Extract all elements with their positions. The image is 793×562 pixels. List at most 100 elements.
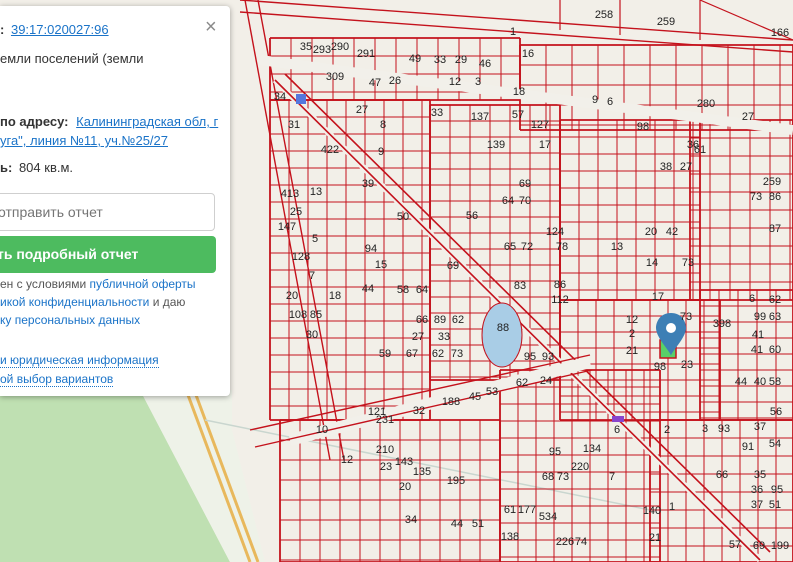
parcel-number-label: 258 <box>595 9 613 21</box>
parcel-number-label: 18 <box>329 290 341 302</box>
parcel-number-label: 56 <box>770 406 782 418</box>
building-icon <box>296 94 306 104</box>
parcel-number-label: 17 <box>539 139 551 151</box>
parcel-number-label: 1 <box>669 501 675 513</box>
parcel-number-label: 29 <box>455 54 467 66</box>
parcel-number-label: 293 <box>313 44 331 56</box>
parcel-number-label: 69 <box>519 178 531 190</box>
parcel-number-label: 9 <box>378 146 384 158</box>
legal-info-link[interactable]: и юридическая информация <box>0 353 159 368</box>
parcel-number-label: 64 <box>502 195 514 207</box>
parcel-number-label: 21 <box>626 345 638 357</box>
terms-line-2: икой конфиденциальности и даю <box>0 295 185 309</box>
parcel-number-label: 137 <box>471 111 489 123</box>
parcel-number-label: 220 <box>571 461 589 473</box>
parcel-number-label: 36 <box>751 484 763 496</box>
parcel-number-label: 57 <box>512 109 524 121</box>
poi-icon <box>612 416 624 422</box>
parcel-number-label: 12 <box>341 454 353 466</box>
parcel-number-label: 57 <box>729 539 741 551</box>
pond <box>481 302 523 368</box>
parcel-number-label: 7 <box>609 471 615 483</box>
parcel-number-label: 94 <box>365 243 377 255</box>
parcel-number-label: 86 <box>769 191 781 203</box>
parcel-number-label: 10 <box>316 424 328 436</box>
parcel-number-label: 195 <box>447 475 465 487</box>
parcel-number-label: 59 <box>379 348 391 360</box>
parcel-number-label: 42 <box>666 226 678 238</box>
parcel-number-label: 210 <box>376 444 394 456</box>
parcel-number-label: 127 <box>531 119 549 131</box>
parcel-number-label: 5 <box>312 233 318 245</box>
parcel-number-label: 95 <box>771 484 783 496</box>
terms-text-2: и даю <box>149 295 186 309</box>
cadastral-label: : <box>0 22 5 37</box>
parcel-number-label: 49 <box>409 53 421 65</box>
parcel-number-label: 68 <box>542 471 554 483</box>
parcel-number-label: 21 <box>649 532 661 544</box>
parcel-number-label: 54 <box>769 438 781 450</box>
address-row: по адресу: Калининградская обл, г <box>0 114 218 129</box>
parcel-number-label: 2 <box>629 328 635 340</box>
parcel-number-label: 73 <box>557 471 569 483</box>
parcel-number-label: 44 <box>362 283 374 295</box>
email-field[interactable] <box>0 193 217 231</box>
parcel-number-label: 309 <box>326 71 344 83</box>
parcel-number-label: 20 <box>286 290 298 302</box>
parcel-number-label: 88 <box>497 322 509 334</box>
parcel-number-label: 62 <box>452 314 464 326</box>
address-label: по адресу: <box>0 114 69 129</box>
parcel-number-label: 37 <box>754 421 766 433</box>
parcel-number-label: 95 <box>524 351 536 363</box>
parcel-number-label: 13 <box>611 241 623 253</box>
parcel-number-label: 140 <box>643 505 661 517</box>
parcel-number-label: 51 <box>472 518 484 530</box>
parcel-number-label: 422 <box>321 144 339 156</box>
parcel-number-label: 73 <box>680 311 692 323</box>
parcel-number-label: 534 <box>539 511 557 523</box>
parcel-number-label: 93 <box>542 351 554 363</box>
close-icon[interactable]: × <box>205 17 217 37</box>
parcel-number-label: 31 <box>288 119 300 131</box>
parcel-number-label: 13 <box>310 186 322 198</box>
cadastral-number-link[interactable]: 39:17:020027:96 <box>11 22 109 37</box>
parcel-number-label: 7 <box>309 270 315 282</box>
parcel-number-label: 35 <box>754 469 766 481</box>
parcel-number-label: 398 <box>713 318 731 330</box>
parcel-number-label: 67 <box>406 348 418 360</box>
parcel-number-label: 63 <box>769 311 781 323</box>
choice-row: ой выбор вариантов <box>0 372 114 387</box>
parcel-number-label: 25 <box>290 206 302 218</box>
parcel-number-label: 27 <box>356 104 368 116</box>
personal-data-link[interactable]: ку персональных данных <box>0 313 140 327</box>
address-link-1[interactable]: Калининградская обл, г <box>76 114 218 129</box>
parcel-number-label: 98 <box>637 121 649 133</box>
parcel-number-label: 166 <box>771 27 789 39</box>
parcel-number-label: 91 <box>742 441 754 453</box>
parcel-number-label: 35 <box>300 41 312 53</box>
parcel-number-label: 6 <box>614 424 620 436</box>
address-row-2: уга", линия №11, уч.№25/27 <box>0 133 168 148</box>
parcel-number-label: 290 <box>331 41 349 53</box>
parcel-number-label: 8 <box>380 119 386 131</box>
parcel-number-label: 58 <box>769 376 781 388</box>
choice-link[interactable]: ой выбор вариантов <box>0 372 114 387</box>
parcel-number-label: 14 <box>646 257 658 269</box>
parcel-number-label: 27 <box>412 331 424 343</box>
parcel-number-label: 89 <box>434 314 446 326</box>
parcel-number-label: 51 <box>769 499 781 511</box>
parcel-number-label: 188 <box>442 396 460 408</box>
parcel-number-label: 62 <box>432 348 444 360</box>
parcel-number-label: 27 <box>742 111 754 123</box>
parcel-number-label: 34 <box>274 91 286 103</box>
address-link-2[interactable]: уга", линия №11, уч.№25/27 <box>0 133 168 148</box>
privacy-link[interactable]: икой конфиденциальности <box>0 295 149 309</box>
offer-link[interactable]: публичной оферты <box>90 277 196 291</box>
parcel-number-label: 61 <box>694 144 706 156</box>
email-input[interactable] <box>0 194 217 230</box>
parcel-number-label: 231 <box>376 414 394 426</box>
parcel-number-label: 259 <box>657 16 675 28</box>
order-report-button[interactable]: ть подробный отчет <box>0 236 216 273</box>
parcel-number-label: 17 <box>652 291 664 303</box>
parcel-number-label: 6 <box>607 96 613 108</box>
